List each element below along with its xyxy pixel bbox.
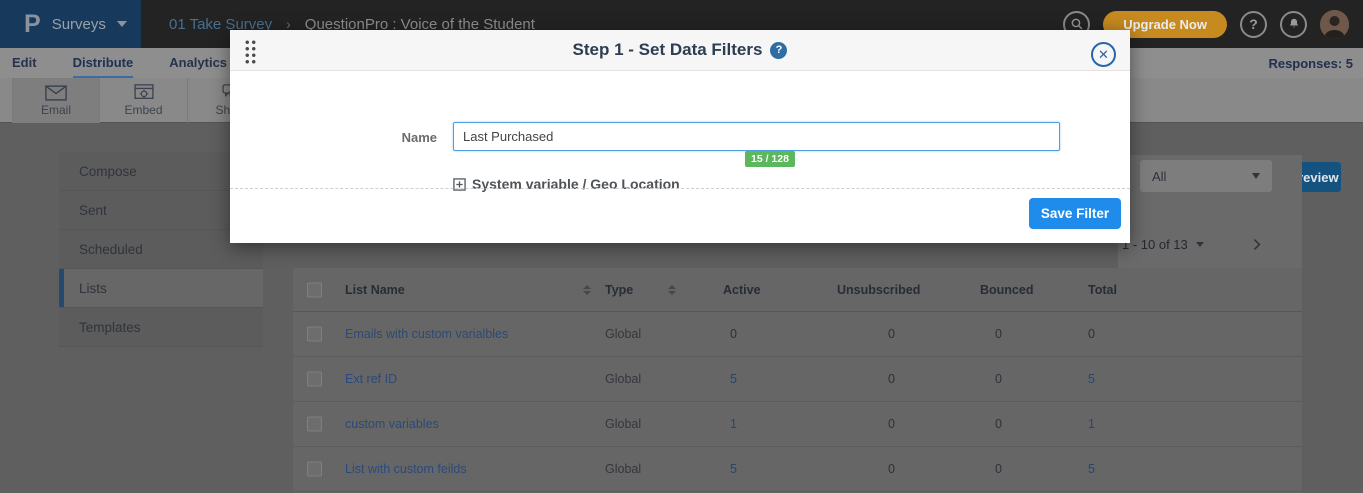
sidebar-item-label: Sent xyxy=(79,203,107,218)
header-total: Total xyxy=(1088,283,1117,297)
row-checkbox[interactable] xyxy=(307,372,322,387)
table-row: custom variables Global 1 0 0 1 xyxy=(293,402,1302,447)
pagination-range: 1 - 10 of 13 xyxy=(1122,237,1188,252)
sidebar-item-lists[interactable]: Lists xyxy=(59,269,263,308)
list-type: Global xyxy=(605,417,641,431)
sidebar-item-templates[interactable]: Templates xyxy=(59,308,263,347)
char-counter-badge: 15 / 128 xyxy=(745,151,795,167)
select-all-checkbox[interactable] xyxy=(307,282,322,297)
table-row: Emails with custom varialbles Global 0 0… xyxy=(293,312,1302,357)
responses-count: Responses: 5 xyxy=(1268,48,1353,78)
row-checkbox[interactable] xyxy=(307,327,322,342)
chevron-down-icon xyxy=(117,21,127,27)
name-field-label: Name xyxy=(230,130,437,145)
embed-icon xyxy=(134,84,154,101)
bell-icon xyxy=(1287,17,1301,31)
chevron-down-icon xyxy=(1252,173,1260,179)
total-count[interactable]: 1 xyxy=(1088,417,1095,431)
filter-name-input[interactable] xyxy=(453,122,1060,151)
chevron-right-icon xyxy=(1248,236,1265,253)
system-variable-label: System variable / Geo Location xyxy=(472,176,680,192)
unsubscribed-count: 0 xyxy=(888,327,895,341)
active-count[interactable]: 5 xyxy=(730,372,737,386)
sidebar-item-label: Compose xyxy=(79,164,137,179)
modal-header: Step 1 - Set Data Filters ? ✕ xyxy=(230,30,1130,71)
toolbar-item-label: Email xyxy=(41,103,71,117)
header-list-name[interactable]: List Name xyxy=(345,283,405,297)
list-name-link[interactable]: Emails with custom varialbles xyxy=(345,327,508,341)
page-size-caret-icon[interactable] xyxy=(1196,242,1204,247)
search-icon xyxy=(1070,17,1084,31)
total-count[interactable]: 5 xyxy=(1088,372,1095,386)
tab-edit[interactable]: Edit xyxy=(12,48,37,78)
user-avatar[interactable] xyxy=(1320,10,1349,39)
email-lists-table: List Name Type Active Unsubscribed Bounc… xyxy=(293,268,1302,493)
unsubscribed-count: 0 xyxy=(888,462,895,476)
toolbar-item-email[interactable]: Email xyxy=(12,78,100,123)
app-screen: P Surveys 01 Take Survey › QuestionPro :… xyxy=(0,0,1363,493)
system-variable-toggle[interactable]: System variable / Geo Location xyxy=(453,176,680,192)
questionpro-logo: P xyxy=(24,12,41,37)
active-count[interactable]: 5 xyxy=(730,462,737,476)
active-count[interactable]: 1 xyxy=(730,417,737,431)
list-name-link[interactable]: List with custom feilds xyxy=(345,462,467,476)
header-type[interactable]: Type xyxy=(605,283,633,297)
sidebar-item-label: Scheduled xyxy=(79,242,143,257)
bounced-count: 0 xyxy=(995,372,1002,386)
unsubscribed-count: 0 xyxy=(888,417,895,431)
bounced-count: 0 xyxy=(995,417,1002,431)
pagination: 1 - 10 of 13 xyxy=(1122,236,1265,253)
toolbar-item-embed[interactable]: Embed xyxy=(100,78,188,123)
modal-help-icon[interactable]: ? xyxy=(770,42,787,59)
toolbar-item-label: Embed xyxy=(124,103,162,117)
row-checkbox[interactable] xyxy=(307,462,322,477)
unsubscribed-count: 0 xyxy=(888,372,895,386)
total-count[interactable]: 5 xyxy=(1088,462,1095,476)
header-unsubscribed: Unsubscribed xyxy=(837,283,920,297)
modal-footer-divider xyxy=(230,188,1130,189)
surveys-menu-label: Surveys xyxy=(52,16,106,33)
header-bounced: Bounced xyxy=(980,283,1033,297)
header-active: Active xyxy=(723,283,761,297)
surveys-menu[interactable]: P Surveys xyxy=(0,0,141,48)
bounced-count: 0 xyxy=(995,327,1002,341)
sort-icon[interactable] xyxy=(668,285,676,295)
row-checkbox[interactable] xyxy=(307,417,322,432)
save-filter-button[interactable]: Save Filter xyxy=(1029,198,1121,229)
modal-title: Step 1 - Set Data Filters xyxy=(573,40,763,60)
total-count: 0 xyxy=(1088,327,1095,341)
list-type: Global xyxy=(605,372,641,386)
avatar-photo xyxy=(1320,10,1349,39)
table-row: List with custom feilds Global 5 0 0 5 xyxy=(293,447,1302,492)
next-page-button[interactable] xyxy=(1248,236,1265,253)
drag-handle-icon[interactable] xyxy=(244,39,257,65)
bounced-count: 0 xyxy=(995,462,1002,476)
list-type: Global xyxy=(605,462,641,476)
list-name-link[interactable]: Ext ref ID xyxy=(345,372,397,386)
tab-analytics[interactable]: Analytics xyxy=(169,48,227,78)
envelope-icon xyxy=(45,85,67,101)
list-type: Global xyxy=(605,327,641,341)
list-name-link[interactable]: custom variables xyxy=(345,417,439,431)
sidebar-item-label: Lists xyxy=(79,281,107,296)
active-indicator xyxy=(59,269,64,307)
sidebar-item-label: Templates xyxy=(79,320,141,335)
close-icon[interactable]: ✕ xyxy=(1091,42,1116,67)
table-header-row: List Name Type Active Unsubscribed Bounc… xyxy=(293,268,1302,312)
set-data-filters-modal: Step 1 - Set Data Filters ? ✕ Name 15 / … xyxy=(230,30,1130,243)
active-count: 0 xyxy=(730,327,737,341)
type-filter-dropdown[interactable]: All xyxy=(1140,160,1272,192)
table-row: Ext ref ID Global 5 0 0 5 xyxy=(293,357,1302,402)
list-filter-panel: All 1 - 10 of 13 xyxy=(1118,155,1302,268)
sort-icon[interactable] xyxy=(583,285,591,295)
tab-distribute[interactable]: Distribute xyxy=(73,48,134,78)
help-button[interactable]: ? xyxy=(1240,11,1267,38)
type-filter-value: All xyxy=(1152,169,1166,184)
notifications-button[interactable] xyxy=(1280,11,1307,38)
